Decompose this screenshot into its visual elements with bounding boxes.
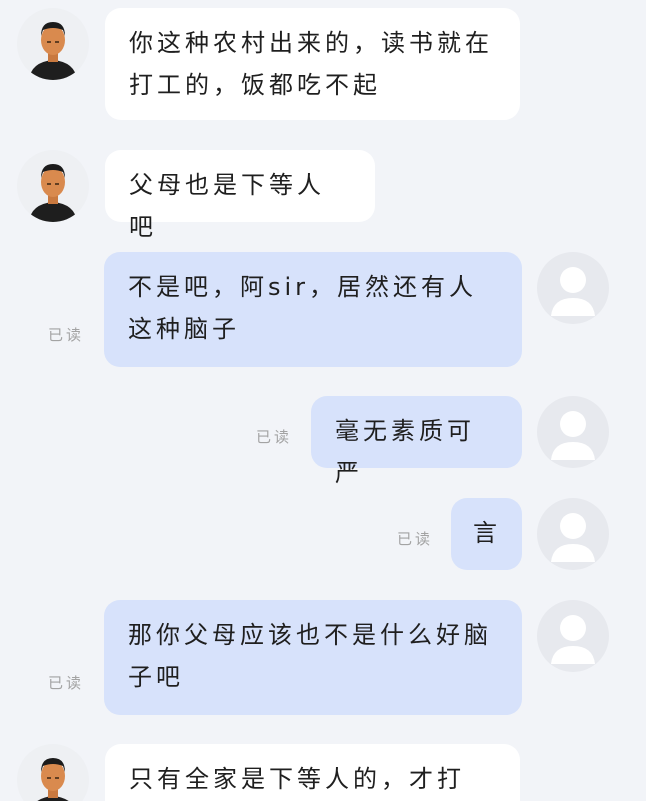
read-receipt: 已读	[48, 674, 85, 692]
cartoon-man-avatar-icon	[37, 758, 69, 801]
read-receipt: 已读	[256, 428, 293, 446]
my-avatar-icon[interactable]	[537, 396, 609, 468]
my-avatar-icon[interactable]	[537, 498, 609, 570]
message-row-outgoing: 已读 毫无素质可严	[0, 396, 646, 487]
contact-avatar-icon[interactable]	[17, 744, 89, 801]
incoming-message-bubble[interactable]: 你这种农村出来的，读书就在打工的，饭都吃不起	[105, 8, 520, 120]
read-receipt: 已读	[48, 326, 85, 344]
default-user-avatar-icon	[551, 411, 595, 460]
outgoing-message-bubble[interactable]: 不是吧，阿sir，居然还有人这种脑子	[104, 252, 522, 367]
message-row-incoming: 只有全家是下等人的，才打	[0, 744, 646, 801]
default-user-avatar-icon	[551, 267, 595, 316]
message-row-outgoing: 已读 言	[0, 498, 646, 570]
outgoing-message-bubble[interactable]: 毫无素质可严	[311, 396, 522, 487]
incoming-message-bubble[interactable]: 只有全家是下等人的，才打	[105, 744, 520, 801]
default-user-avatar-icon	[551, 615, 595, 664]
my-avatar-icon[interactable]	[537, 600, 609, 672]
message-row-outgoing: 已读 那你父母应该也不是什么好脑子吧	[0, 600, 646, 715]
my-avatar-icon[interactable]	[537, 252, 609, 324]
incoming-message-bubble[interactable]: 父母也是下等人吧	[105, 150, 375, 241]
chat-thread: 你这种农村出来的，读书就在打工的，饭都吃不起 父母也是下等人吧 已读 不是吧，阿…	[0, 0, 646, 801]
message-row-outgoing: 已读 不是吧，阿sir，居然还有人这种脑子	[0, 252, 646, 367]
contact-avatar-icon[interactable]	[17, 8, 89, 80]
outgoing-message-bubble[interactable]: 那你父母应该也不是什么好脑子吧	[104, 600, 522, 715]
outgoing-message-bubble[interactable]: 言	[451, 498, 522, 570]
message-row-incoming: 你这种农村出来的，读书就在打工的，饭都吃不起	[0, 8, 646, 120]
message-row-incoming: 父母也是下等人吧	[0, 150, 646, 241]
default-user-avatar-icon	[551, 513, 595, 562]
contact-avatar-icon[interactable]	[17, 150, 89, 222]
cartoon-man-avatar-icon	[29, 164, 77, 222]
read-receipt: 已读	[397, 530, 434, 548]
cartoon-man-avatar-icon	[29, 22, 77, 80]
